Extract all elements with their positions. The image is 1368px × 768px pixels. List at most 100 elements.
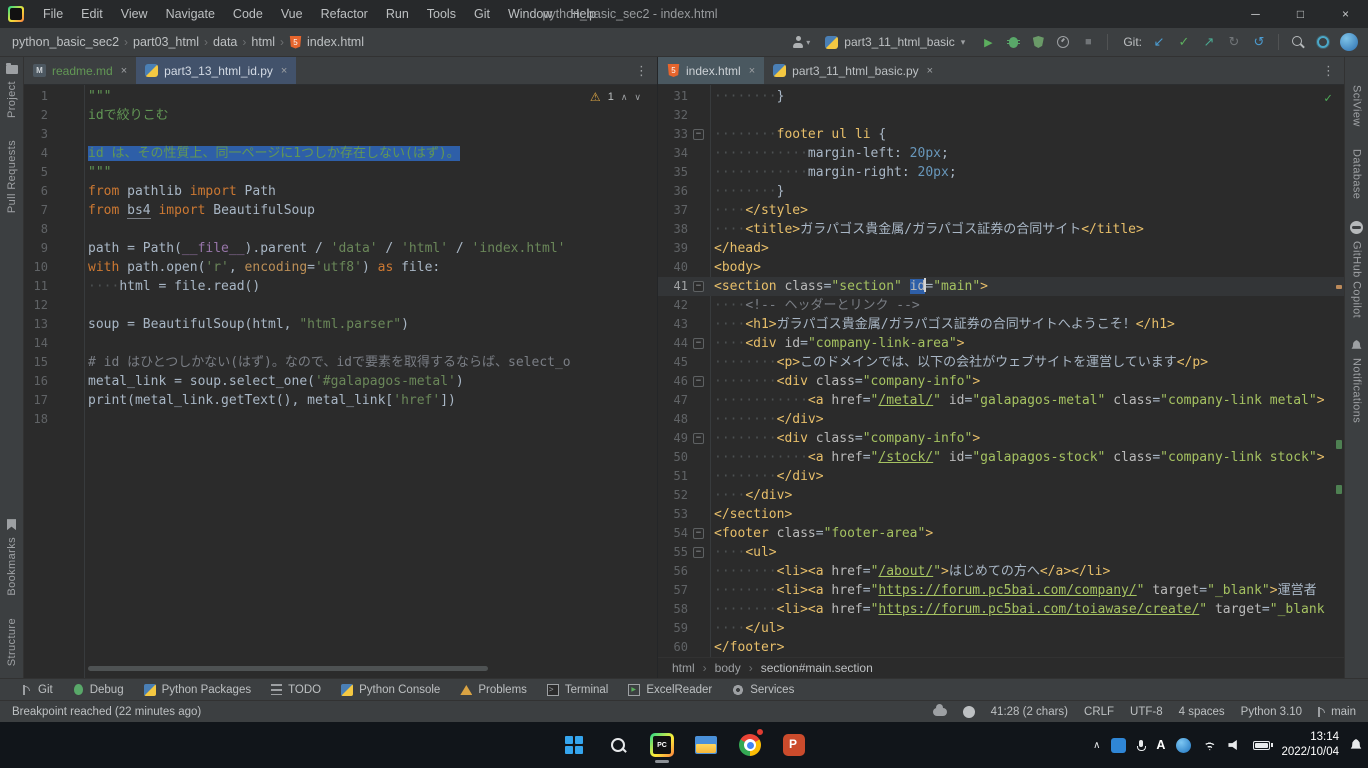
menu-item-vue[interactable]: Vue xyxy=(272,0,312,28)
tool-button-notifications[interactable]: Notifications xyxy=(1351,340,1363,423)
line-number[interactable]: 56 xyxy=(658,562,688,581)
line-number[interactable]: 16 xyxy=(24,372,48,391)
code-line[interactable]: 9path = Path(__file__).parent / 'data' /… xyxy=(24,239,657,258)
line-number[interactable]: 1 xyxy=(24,87,48,106)
notification-bell-icon[interactable] xyxy=(1350,739,1362,751)
menu-item-git[interactable]: Git xyxy=(465,0,499,28)
line-number[interactable]: 7 xyxy=(24,201,48,220)
code-line[interactable]: 57········<li><a href="https://forum.pc5… xyxy=(658,581,1344,600)
code-line[interactable]: 17print(metal_link.getText(), metal_link… xyxy=(24,391,657,410)
code-with-me-button[interactable]: ▾ xyxy=(792,32,810,52)
tab-index-html[interactable]: index.html× xyxy=(658,57,764,84)
commit-button[interactable]: ✓ xyxy=(1176,32,1192,52)
code-line[interactable]: 4id は、その性質上、同一ページに1つしか存在しない(はず)。 xyxy=(24,144,657,163)
line-number[interactable]: 12 xyxy=(24,296,48,315)
code-line[interactable]: 58········<li><a href="https://forum.pc5… xyxy=(658,600,1344,619)
fold-icon[interactable]: − xyxy=(693,129,704,140)
minimize-button[interactable]: ─ xyxy=(1233,0,1278,28)
tool-button-bookmarks[interactable]: Bookmarks xyxy=(6,519,18,596)
line-number[interactable]: 48 xyxy=(658,410,688,429)
line-number[interactable]: 50 xyxy=(658,448,688,467)
code-line[interactable]: 45········<p>このドメインでは、以下の会社がウェブサイトを運営してい… xyxy=(658,353,1344,372)
horizontal-scrollbar[interactable] xyxy=(88,666,488,671)
battery-icon[interactable] xyxy=(1253,741,1270,750)
tool-window-button-python-packages[interactable]: Python Packages xyxy=(134,679,262,700)
breadcrumb-item[interactable]: python_basic_sec2 xyxy=(12,35,119,49)
line-number[interactable]: 39 xyxy=(658,239,688,258)
inspections-widget[interactable]: ⚠ 1 ∧ ∨ xyxy=(590,88,641,107)
line-number[interactable]: 35 xyxy=(658,163,688,182)
taskbar-office-button[interactable] xyxy=(776,725,812,765)
line-number[interactable]: 49 xyxy=(658,429,688,448)
breadcrumb-item[interactable]: data xyxy=(213,35,237,49)
microphone-icon[interactable] xyxy=(1137,740,1145,751)
html-editor[interactable]: 31········}3233−········footer ul li {34… xyxy=(658,85,1344,657)
search-everywhere-button[interactable] xyxy=(1290,32,1306,52)
code-line[interactable]: 56········<li><a href="/about/">はじめての方へ<… xyxy=(658,562,1344,581)
code-line[interactable]: 37····</style> xyxy=(658,201,1344,220)
breadcrumb-item[interactable]: html xyxy=(672,661,695,675)
tool-button-structure[interactable]: Structure xyxy=(6,618,18,666)
line-number[interactable]: 13 xyxy=(24,315,48,334)
tool-window-button-services[interactable]: Services xyxy=(722,679,804,700)
profiler-button[interactable] xyxy=(1055,32,1071,52)
debug-button[interactable] xyxy=(1005,32,1021,52)
code-line[interactable]: 39</head> xyxy=(658,239,1344,258)
tab-close-icon[interactable]: × xyxy=(281,65,287,77)
tray-blue-app-icon[interactable] xyxy=(1176,738,1191,753)
code-line[interactable]: 52····</div> xyxy=(658,486,1344,505)
line-number[interactable]: 31 xyxy=(658,87,688,106)
taskbar-explorer-button[interactable] xyxy=(688,725,724,765)
code-line[interactable]: 47············<a href="/metal/" id="gala… xyxy=(658,391,1344,410)
code-line[interactable]: 48········</div> xyxy=(658,410,1344,429)
line-number[interactable]: 32 xyxy=(658,106,688,125)
fold-icon[interactable]: − xyxy=(693,281,704,292)
rollback-button[interactable]: ↺ xyxy=(1251,32,1267,52)
code-line[interactable]: 40<body> xyxy=(658,258,1344,277)
wifi-icon[interactable] xyxy=(1202,740,1217,751)
tab-readme-md[interactable]: readme.md× xyxy=(24,57,136,84)
line-ending-widget[interactable]: CRLF xyxy=(1084,706,1114,718)
code-line[interactable]: 46−········<div class="company-info"> xyxy=(658,372,1344,391)
line-number[interactable]: 60 xyxy=(658,638,688,657)
code-line[interactable]: 1""" xyxy=(24,87,657,106)
menu-item-file[interactable]: File xyxy=(34,0,72,28)
volume-icon[interactable] xyxy=(1228,740,1242,751)
line-number[interactable]: 53 xyxy=(658,505,688,524)
line-number[interactable]: 3 xyxy=(24,125,48,144)
fold-icon[interactable]: − xyxy=(693,338,704,349)
line-number[interactable]: 51 xyxy=(658,467,688,486)
push-button[interactable]: ↗ xyxy=(1201,32,1217,52)
close-button[interactable]: × xyxy=(1323,0,1368,28)
run-button[interactable]: ▶ xyxy=(980,32,996,52)
code-line[interactable]: 34············margin-left: 20px; xyxy=(658,144,1344,163)
code-line[interactable]: 31········} xyxy=(658,87,1344,106)
code-line[interactable]: 11····html = file.read() xyxy=(24,277,657,296)
line-number[interactable]: 58 xyxy=(658,600,688,619)
line-number[interactable]: 52 xyxy=(658,486,688,505)
code-line[interactable]: 13soup = BeautifulSoup(html, "html.parse… xyxy=(24,315,657,334)
settings-button[interactable] xyxy=(1315,32,1331,52)
line-number[interactable]: 14 xyxy=(24,334,48,353)
code-line[interactable]: 35············margin-right: 20px; xyxy=(658,163,1344,182)
tool-button-database[interactable]: Database xyxy=(1351,149,1363,199)
fold-icon[interactable]: − xyxy=(693,547,704,558)
hidden-icons-chevron[interactable]: ∧ xyxy=(1093,740,1100,751)
line-number[interactable]: 15 xyxy=(24,353,48,372)
line-number[interactable]: 40 xyxy=(658,258,688,277)
line-number[interactable]: 41 xyxy=(658,277,688,296)
line-number[interactable]: 44 xyxy=(658,334,688,353)
code-line[interactable]: 54−<footer class="footer-area"> xyxy=(658,524,1344,543)
tabs-more-icon[interactable]: ⋮ xyxy=(1313,57,1344,84)
tool-button-pull-requests[interactable]: Pull Requests xyxy=(6,140,18,213)
next-problem-icon[interactable]: ∨ xyxy=(634,88,641,107)
line-number[interactable]: 43 xyxy=(658,315,688,334)
prev-problem-icon[interactable]: ∧ xyxy=(621,88,628,107)
line-number[interactable]: 5 xyxy=(24,163,48,182)
code-line[interactable]: 50············<a href="/stock/" id="gala… xyxy=(658,448,1344,467)
fold-icon[interactable]: − xyxy=(693,376,704,387)
run-config-selector[interactable]: part3_11_html_basic ▾ xyxy=(819,33,971,51)
profile-avatar[interactable] xyxy=(1340,33,1358,51)
menu-item-edit[interactable]: Edit xyxy=(72,0,112,28)
line-number[interactable]: 6 xyxy=(24,182,48,201)
